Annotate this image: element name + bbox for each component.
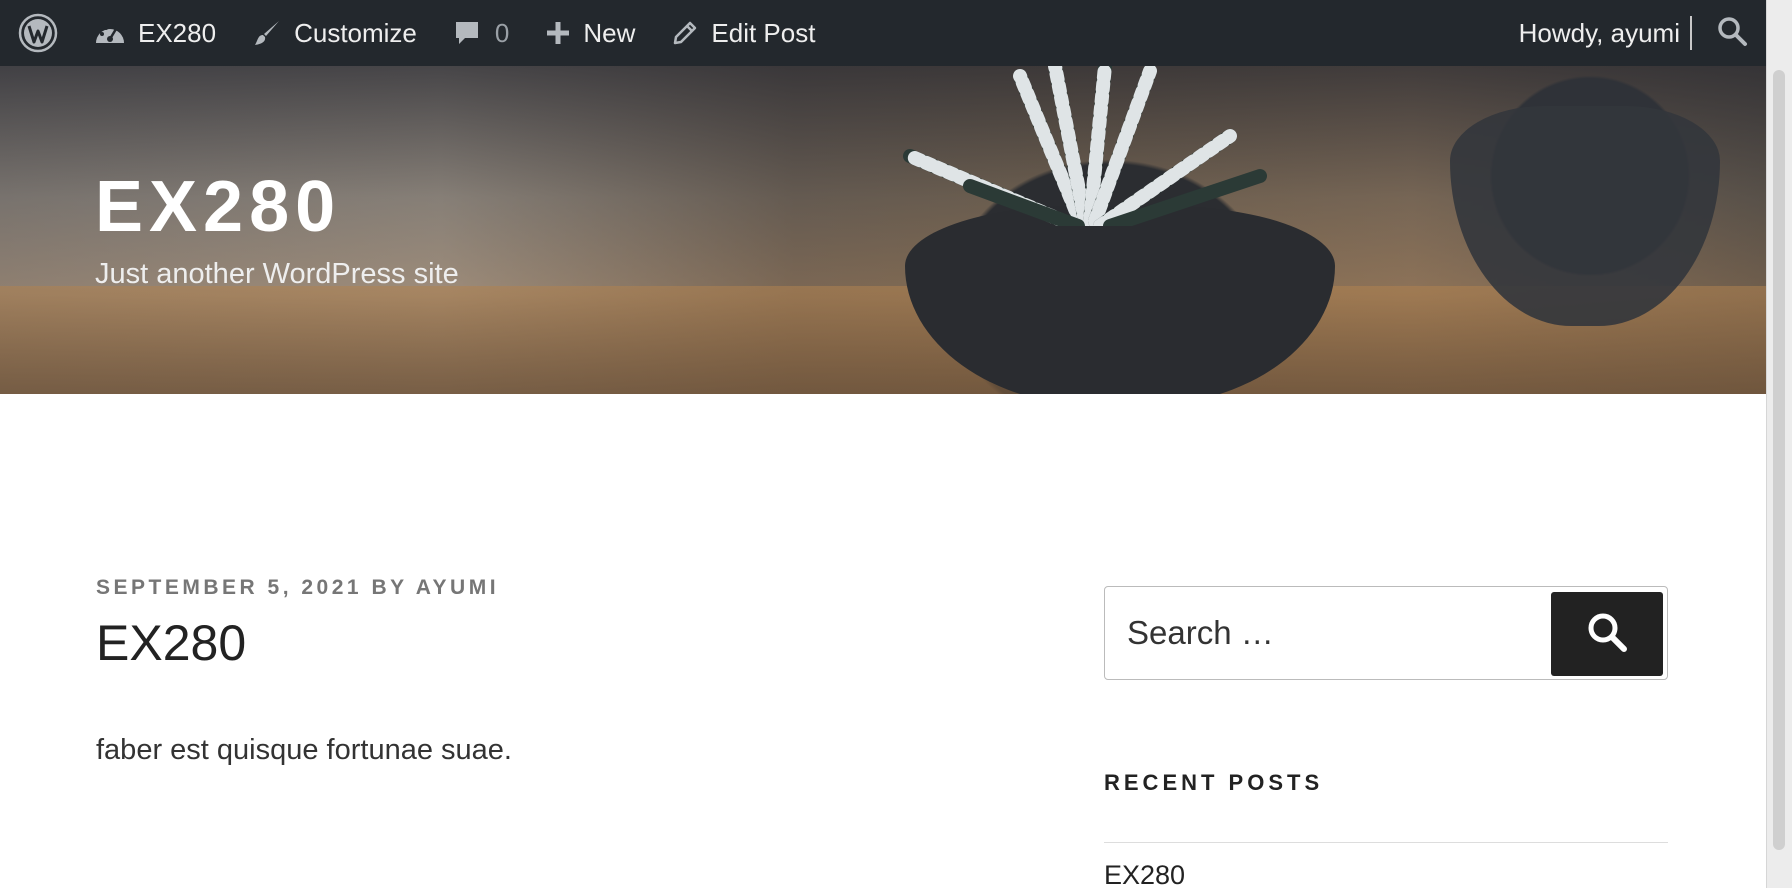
site-name-menu[interactable]: EX280 xyxy=(76,0,234,66)
recent-posts-heading: RECENT POSTS xyxy=(1104,770,1324,795)
scrollbar-thumb[interactable] xyxy=(1773,70,1785,850)
site-description: Just another WordPress site xyxy=(95,258,459,290)
widget-divider xyxy=(1104,842,1668,843)
recent-post-link[interactable]: EX280 xyxy=(1104,860,1185,888)
site-header: EX280 Just another WordPress site xyxy=(0,66,1766,394)
site-name-label: EX280 xyxy=(138,17,217,48)
comment-icon xyxy=(453,19,481,47)
brush-icon xyxy=(252,18,282,48)
comments-count: 0 xyxy=(494,17,510,48)
customize-label: Customize xyxy=(294,17,417,48)
page-viewport: EX280 Customize 0 New Edit Post Howdy, a… xyxy=(0,0,1766,888)
search-input[interactable] xyxy=(1127,607,1527,659)
edit-post-label: Edit Post xyxy=(711,17,816,48)
admin-search-button[interactable] xyxy=(1710,15,1766,52)
plus-icon xyxy=(545,20,571,46)
my-account-menu[interactable]: Howdy, ayumi xyxy=(1501,18,1690,49)
text-cursor-divider xyxy=(1690,16,1692,50)
dashboard-icon xyxy=(94,19,126,47)
wordpress-logo-icon xyxy=(18,13,58,53)
header-image-table xyxy=(0,286,1766,394)
pencil-icon xyxy=(671,19,699,47)
admin-bar: EX280 Customize 0 New Edit Post Howdy, a… xyxy=(0,0,1766,66)
search-icon xyxy=(1585,610,1629,659)
post-content: faber est quisque fortunae suae. xyxy=(96,734,512,766)
edit-post-link[interactable]: Edit Post xyxy=(653,0,833,66)
search-icon xyxy=(1716,15,1748,52)
sidebar-search-form xyxy=(1104,586,1668,680)
site-title[interactable]: EX280 xyxy=(95,166,341,248)
new-label: New xyxy=(583,17,636,48)
list-item: EX280 xyxy=(1104,860,1185,888)
post-date[interactable]: SEPTEMBER 5, 2021 xyxy=(96,576,362,599)
post-author[interactable]: AYUMI xyxy=(416,576,499,599)
recent-posts-list: EX280 xyxy=(1104,860,1185,888)
header-image-pot xyxy=(905,206,1335,394)
post-by: BY xyxy=(371,576,408,599)
customize-link[interactable]: Customize xyxy=(234,0,435,66)
wordpress-menu[interactable] xyxy=(0,0,76,66)
search-submit-button[interactable] xyxy=(1551,592,1663,676)
header-image-plant xyxy=(903,66,1267,226)
post-title: EX280 xyxy=(96,615,247,671)
new-content-menu[interactable]: New xyxy=(527,0,653,66)
post-meta: SEPTEMBER 5, 2021 BY AYUMI xyxy=(96,576,499,600)
comments-link[interactable]: 0 xyxy=(435,0,527,66)
scrollbar[interactable] xyxy=(1766,0,1792,888)
